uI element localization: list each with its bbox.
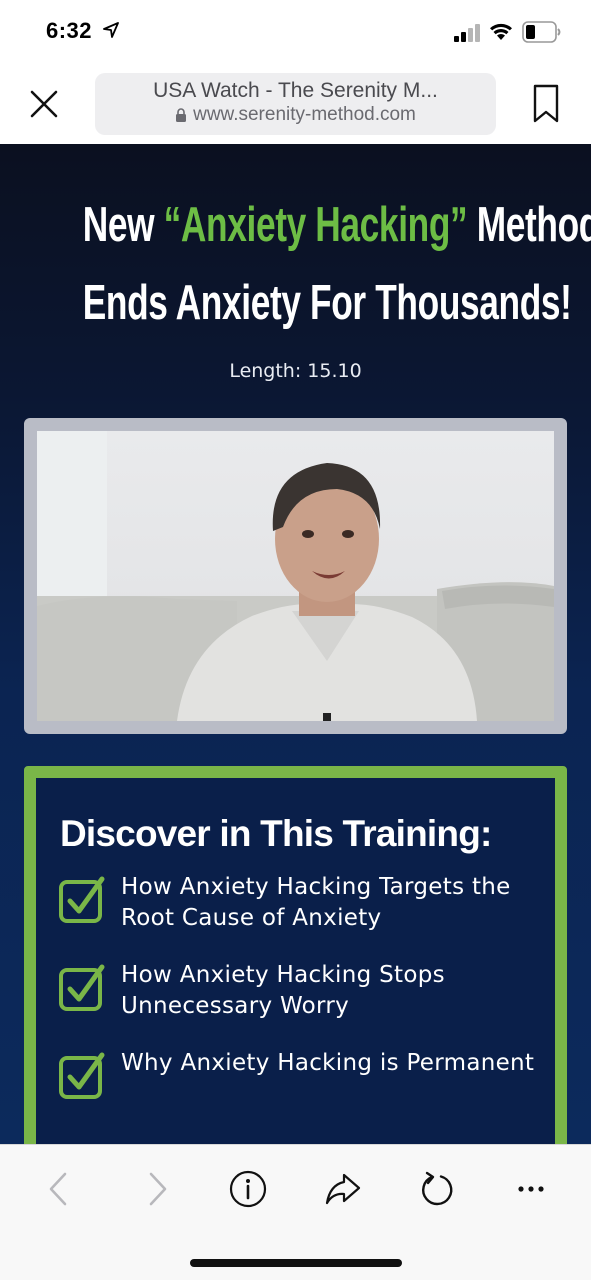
address-bar[interactable]: USA Watch - The Serenity M... www.sereni… (95, 73, 496, 135)
forward-arrow-icon (149, 1172, 167, 1206)
browser-toolbar (0, 1144, 591, 1280)
bookmark-icon[interactable] (532, 84, 560, 124)
status-time: 6:32 (46, 18, 93, 43)
training-box: Discover in This Training: How Anxiety H… (24, 766, 567, 1144)
share-icon (325, 1173, 361, 1205)
reload-icon (422, 1171, 453, 1206)
checkbox-check-icon (59, 1052, 105, 1099)
wifi-icon (490, 23, 512, 40)
signal-icon (454, 24, 480, 42)
page-title: USA Watch - The Serenity M... (153, 79, 438, 102)
more-icon (518, 1186, 544, 1192)
training-item-text: How Anxiety Hacking Targets the Root Cau… (121, 874, 511, 931)
back-arrow-icon (49, 1172, 67, 1206)
close-icon[interactable] (26, 86, 62, 122)
lock-icon (176, 108, 187, 122)
headline-highlight: “Anxiety Hacking” (163, 198, 468, 252)
training-item-text: How Anxiety Hacking Stops Unnecessary Wo… (121, 962, 445, 1019)
location-arrow-icon (103, 22, 119, 38)
checkbox-check-icon (59, 876, 105, 923)
training-item-text: Why Anxiety Hacking is Permanent (121, 1050, 535, 1076)
reload-button[interactable] (417, 1169, 457, 1209)
video-length-label: Length: 15.10 (229, 360, 362, 382)
checkbox-check-icon (59, 964, 105, 1011)
training-item: How Anxiety Hacking Targets the Root Cau… (58, 872, 548, 942)
headline-suffix: Method (467, 198, 591, 252)
headline-prefix: New (82, 198, 164, 252)
battery-icon (522, 21, 561, 43)
web-page-content: New “Anxiety Hacking” Method Ends Anxiet… (0, 144, 591, 1144)
video-player[interactable] (37, 431, 554, 721)
forward-button[interactable] (138, 1169, 178, 1209)
status-bar: 6:32 (0, 0, 591, 64)
page-headline: New “Anxiety Hacking” Method Ends Anxiet… (82, 186, 591, 342)
browser-header: USA Watch - The Serenity M... www.sereni… (0, 64, 591, 144)
back-button[interactable] (38, 1169, 78, 1209)
more-button[interactable] (511, 1169, 551, 1209)
info-icon (229, 1170, 267, 1208)
home-indicator[interactable] (190, 1259, 402, 1267)
url-text: www.serenity-method.com (193, 104, 416, 125)
training-item: How Anxiety Hacking Stops Unnecessary Wo… (58, 960, 548, 1030)
url-line: www.serenity-method.com (95, 104, 496, 126)
video-frame (24, 418, 567, 734)
training-item: Why Anxiety Hacking is Permanent (58, 1048, 548, 1118)
headline-line-2: Ends Anxiety For Thousands! (82, 276, 572, 330)
video-thumbnail-presenter (37, 431, 554, 721)
headline-line-1: New “Anxiety Hacking” Method (82, 186, 591, 264)
share-button[interactable] (323, 1169, 363, 1209)
training-title: Discover in This Training: (60, 813, 492, 854)
info-button[interactable] (228, 1169, 268, 1209)
